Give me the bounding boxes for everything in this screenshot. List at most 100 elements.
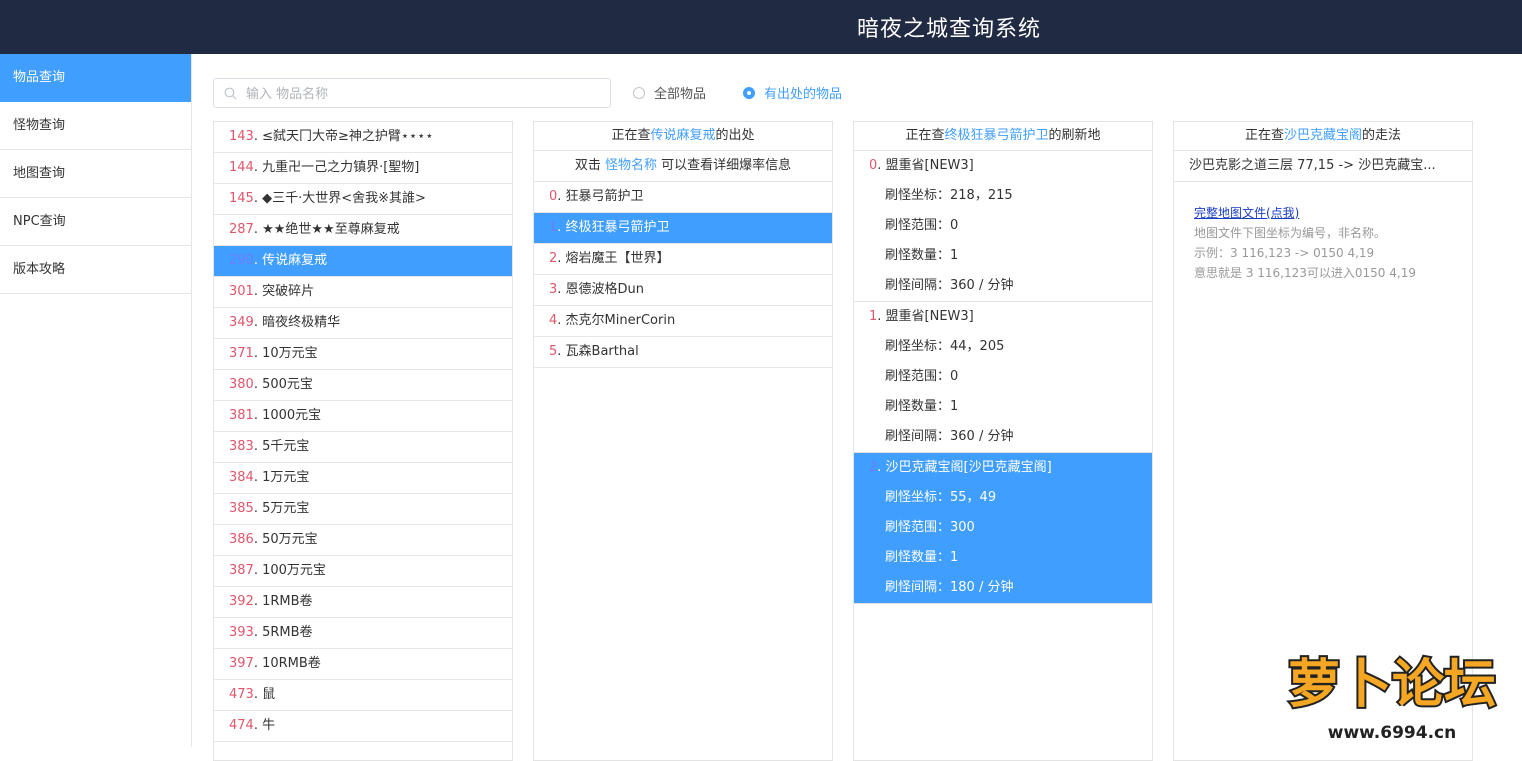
radio-circle-checked[interactable]: [743, 86, 755, 99]
spawn-map-title: 0. 盟重省[NEW3]: [854, 151, 1152, 181]
item-row[interactable]: 381. 1000元宝: [214, 401, 512, 432]
monster-row[interactable]: 2. 熔岩魔王【世界】: [534, 244, 832, 275]
hint-part-b: 怪物名称: [604, 158, 657, 173]
item-name: 牛: [262, 718, 276, 733]
spawn-map-name: 沙巴克藏宝阁[沙巴克藏宝阁]: [885, 460, 1052, 475]
hint-part-a: 双击: [574, 158, 601, 173]
item-id: 380: [229, 377, 254, 392]
forum-watermark-logo: 萝卜论坛 www.6994.cn: [1286, 653, 1498, 743]
item-row[interactable]: 145. ◆三千·大世界<舍我※其誰>: [214, 184, 512, 215]
map-note-1: 地图文件下图坐标为编号，非名称。: [1194, 226, 1387, 240]
item-id: 383: [229, 439, 254, 454]
item-row[interactable]: 474. 牛: [214, 711, 512, 742]
spawn-location-group[interactable]: 2. 沙巴克藏宝阁[沙巴克藏宝阁] 刷怪坐标：55，49 刷怪范围：300 刷怪数量：…: [854, 453, 1152, 604]
sidebar-item-npc-query[interactable]: NPC查询: [0, 198, 191, 246]
item-name: 10RMB卷: [262, 656, 321, 671]
item-row[interactable]: 392. 1RMB卷: [214, 587, 512, 618]
item-name: ≤弑天冂大帝≥神之护臂⋆⋆⋆⋆: [262, 129, 434, 144]
spawn-interval: 刷怪间隔：180 / 分钟: [885, 580, 1014, 595]
radio-items-with-source[interactable]: 有出处的物品: [743, 83, 842, 102]
spawn-coord: 刷怪坐标：55，49: [885, 490, 997, 505]
full-map-file-link[interactable]: 完整地图文件(点我): [1194, 204, 1299, 221]
monster-name: 杰克尔MinerCorin: [565, 313, 676, 328]
item-separator: .: [253, 625, 263, 640]
item-separator: .: [253, 253, 263, 268]
item-id: 384: [229, 470, 254, 485]
spawn-coord: 刷怪坐标：218，215: [885, 188, 1013, 203]
monster-row[interactable]: 1. 终极狂暴弓箭护卫: [534, 213, 832, 244]
monster-separator: .: [557, 251, 566, 266]
source-header-item: 传说麻复戒: [650, 128, 716, 143]
spawn-range: 刷怪范围：0: [885, 369, 959, 384]
item-separator: .: [253, 284, 263, 299]
spawn-location-group[interactable]: 1. 盟重省[NEW3] 刷怪坐标：44，205 刷怪范围：0 刷怪数量：1 刷怪间隔：…: [854, 302, 1152, 453]
item-row[interactable]: 473. 鼠: [214, 680, 512, 711]
item-id: 381: [229, 408, 254, 423]
item-row[interactable]: 301. 突破碎片: [214, 277, 512, 308]
spawn-separator: .: [877, 460, 886, 475]
item-id: 385: [229, 501, 254, 516]
item-name: 100万元宝: [262, 563, 326, 578]
monster-name: 狂暴弓箭护卫: [565, 189, 644, 204]
item-name: 1万元宝: [262, 470, 310, 485]
item-row[interactable]: 349. 暗夜终极精华: [214, 308, 512, 339]
item-separator: .: [253, 470, 263, 485]
item-row[interactable]: 384. 1万元宝: [214, 463, 512, 494]
spawn-interval: 刷怪间隔：360 / 分钟: [885, 278, 1014, 293]
search-icon: [224, 87, 237, 100]
spawn-header-monster: 终极狂暴弓箭护卫: [944, 128, 1049, 143]
spawn-panel-header: 正在查终极狂暴弓箭护卫的刷新地: [854, 122, 1152, 151]
spawn-location-group[interactable]: 0. 盟重省[NEW3] 刷怪坐标：218，215 刷怪范围：0 刷怪数量：1 刷怪间隔…: [854, 151, 1152, 302]
item-id: 386: [229, 532, 254, 547]
item-row[interactable]: 144. 九重卍一己之力镇界·[聖物]: [214, 153, 512, 184]
sidebar-item-version-guide[interactable]: 版本攻略: [0, 246, 191, 294]
radio-items-with-source-label: 有出处的物品: [764, 87, 843, 102]
item-row[interactable]: 385. 5万元宝: [214, 494, 512, 525]
spawn-list: 0. 盟重省[NEW3] 刷怪坐标：218，215 刷怪范围：0 刷怪数量：1 刷怪间隔…: [854, 151, 1152, 604]
route-text[interactable]: 沙巴克影之道三层 77,15 -> 沙巴克藏宝...: [1174, 151, 1472, 182]
radio-circle[interactable]: [633, 86, 645, 99]
item-row[interactable]: 386. 50万元宝: [214, 525, 512, 556]
item-id: 392: [229, 594, 254, 609]
spawn-separator: .: [877, 309, 886, 324]
source-panel-hint: 双击 怪物名称 可以查看详细爆率信息: [534, 151, 832, 182]
item-row[interactable]: 397. 10RMB卷: [214, 649, 512, 680]
radio-all-items-label: 全部物品: [654, 87, 707, 102]
item-list-panel: 143. ≤弑天冂大帝≥神之护臂⋆⋆⋆⋆ 144. 九重卍一己之力镇界·[聖物] 1…: [213, 121, 513, 761]
map-note-3: 意思就是 3 116,123可以进入0150 4,19: [1194, 266, 1416, 280]
item-name: 5RMB卷: [262, 625, 313, 640]
monster-row[interactable]: 3. 恩德波格Dun: [534, 275, 832, 306]
search-input[interactable]: [244, 83, 608, 105]
monster-separator: .: [557, 220, 566, 235]
spawn-header-suffix: 的刷新地: [1048, 128, 1101, 143]
item-row[interactable]: 393. 5RMB卷: [214, 618, 512, 649]
item-separator: .: [253, 346, 263, 361]
item-separator: .: [253, 191, 263, 206]
item-separator: .: [253, 377, 263, 392]
spawn-range: 刷怪范围：0: [885, 218, 959, 233]
sidebar-item-item-query[interactable]: 物品查询: [0, 54, 191, 102]
item-separator: .: [253, 656, 263, 671]
item-row[interactable]: 143. ≤弑天冂大帝≥神之护臂⋆⋆⋆⋆: [214, 122, 512, 153]
radio-all-items[interactable]: 全部物品: [633, 83, 706, 102]
item-row[interactable]: 380. 500元宝: [214, 370, 512, 401]
item-name: 50万元宝: [262, 532, 318, 547]
monster-row[interactable]: 0. 狂暴弓箭护卫: [534, 182, 832, 213]
item-name: 5万元宝: [262, 501, 310, 516]
sidebar-item-monster-query[interactable]: 怪物查询: [0, 102, 191, 150]
item-id: 371: [229, 346, 254, 361]
item-row[interactable]: 287. ★★绝世★★至尊麻复戒: [214, 215, 512, 246]
item-row[interactable]: 383. 5千元宝: [214, 432, 512, 463]
spawn-count: 刷怪数量：1: [885, 550, 959, 565]
item-row[interactable]: 371. 10万元宝: [214, 339, 512, 370]
monster-name: 瓦森Barthal: [565, 344, 639, 359]
item-id: 145: [229, 191, 254, 206]
item-row[interactable]: 387. 100万元宝: [214, 556, 512, 587]
monster-row[interactable]: 4. 杰克尔MinerCorin: [534, 306, 832, 337]
sidebar-item-map-query[interactable]: 地图查询: [0, 150, 191, 198]
item-name: 10万元宝: [262, 346, 318, 361]
spawn-count: 刷怪数量：1: [885, 399, 959, 414]
item-separator: .: [253, 594, 263, 609]
monster-row[interactable]: 5. 瓦森Barthal: [534, 337, 832, 368]
item-row[interactable]: 290. 传说麻复戒: [214, 246, 512, 277]
